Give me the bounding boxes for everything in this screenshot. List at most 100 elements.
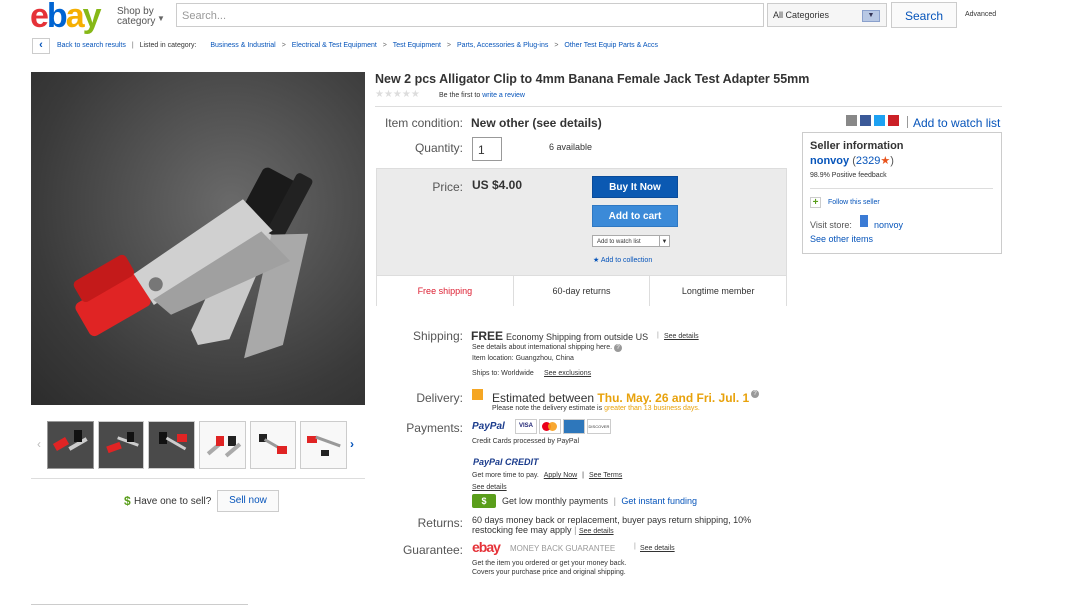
- returns-see-details-link[interactable]: See details: [579, 528, 614, 535]
- back-to-search-link[interactable]: Back to search results: [57, 42, 126, 49]
- write-review-link[interactable]: write a review: [482, 92, 525, 99]
- facebook-icon[interactable]: [860, 115, 871, 126]
- delivery-estimate: Estimated between Thu. May. 26 and Fri. …: [492, 391, 750, 405]
- shop-by-category-button[interactable]: Shop by category ▼: [117, 7, 165, 27]
- thumbnail-image[interactable]: [97, 421, 145, 469]
- thumbnail-image[interactable]: [47, 421, 94, 469]
- thumbnail-image[interactable]: [249, 421, 297, 469]
- seller-name-link[interactable]: nonvoy: [810, 155, 849, 167]
- amex-icon: [563, 419, 585, 434]
- free-shipping-text: FREE: [471, 329, 504, 343]
- add-to-watch-list-select[interactable]: Add to watch list ▼: [592, 235, 670, 247]
- search-input[interactable]: Search...: [176, 3, 764, 27]
- store-name-link[interactable]: nonvoy: [874, 220, 903, 230]
- category-select-value: All Categories: [773, 10, 830, 20]
- help-icon[interactable]: ?: [614, 344, 623, 352]
- quantity-input[interactable]: 1: [472, 137, 502, 161]
- see-terms-link[interactable]: See Terms: [589, 472, 622, 479]
- email-icon[interactable]: [846, 115, 857, 126]
- add-to-watch-list-link[interactable]: Add to watch list: [913, 116, 1000, 130]
- share-icons: [846, 115, 899, 126]
- follow-seller-link[interactable]: Follow this seller: [828, 199, 880, 206]
- advanced-search-link[interactable]: Advanced: [965, 11, 996, 18]
- sell-now-button[interactable]: Sell now: [217, 490, 279, 512]
- ships-to: Ships to: Worldwide: [472, 370, 534, 377]
- discover-icon: DISCOVER: [587, 419, 611, 434]
- visa-icon: VISA: [515, 419, 537, 434]
- ebay-logo[interactable]: ebay: [30, 0, 110, 33]
- alligator-clips-illustration: [73, 167, 313, 359]
- see-other-items-link[interactable]: See other items: [810, 234, 873, 244]
- breadcrumb-item[interactable]: Parts, Accessories & Plug-ins: [457, 42, 548, 49]
- rating-stars-icon: ★★★★★: [375, 89, 420, 100]
- seller-info-panel: Seller information nonvoy (2329★) 98.9% …: [802, 132, 1002, 254]
- pinterest-icon[interactable]: [888, 115, 899, 126]
- breadcrumb-item[interactable]: Business & Industrial: [210, 42, 275, 49]
- more-time-row: Get more time to pay. Apply Now | See Te…: [472, 472, 623, 479]
- divider: [810, 188, 993, 189]
- breadcrumb-item[interactable]: Other Test Equip Parts & Accs: [564, 42, 658, 49]
- divider: [31, 604, 248, 605]
- dollar-icon: $: [124, 494, 131, 508]
- visit-store-label: Visit store:: [810, 220, 852, 230]
- ebay-guarantee-logo: ebay: [472, 539, 501, 555]
- chevron-down-icon: ▼: [157, 14, 165, 23]
- store-icon: [860, 215, 868, 227]
- thumbnail-image[interactable]: [300, 421, 348, 469]
- divider: |: [657, 332, 659, 339]
- instant-funding-link[interactable]: Get instant funding: [621, 496, 697, 506]
- delivery-note: Please note the delivery estimate is gre…: [492, 405, 700, 412]
- shipping-see-details-link[interactable]: See details: [664, 333, 699, 340]
- money-back-guarantee-badge: MONEY BACK GUARANTEE: [510, 544, 616, 553]
- product-title: New 2 pcs Alligator Clip to 4mm Banana F…: [375, 72, 810, 86]
- thumbnail-strip: [47, 421, 348, 469]
- monthly-payments-row: Get low monthly payments | Get instant f…: [502, 496, 697, 506]
- see-exclusions-link[interactable]: See exclusions: [544, 370, 591, 377]
- free-shipping-badge: Free shipping: [377, 276, 514, 306]
- longtime-member-badge: Longtime member: [681, 286, 755, 296]
- category-select[interactable]: All Categories ▼: [767, 3, 887, 27]
- guarantee-see-details-link[interactable]: See details: [640, 545, 675, 552]
- plus-icon[interactable]: +: [810, 197, 821, 208]
- paypal-credit-logo: PayPal CREDIT: [473, 457, 539, 467]
- price-label: Price:: [432, 180, 463, 194]
- divider: [375, 106, 1002, 107]
- feedback-score-link[interactable]: 2329: [856, 155, 880, 167]
- back-arrow-icon[interactable]: ‹: [32, 38, 50, 54]
- returns-text: 60 days money back or replacement, buyer…: [472, 515, 752, 535]
- buy-it-now-button[interactable]: Buy It Now: [592, 176, 678, 198]
- condition-value[interactable]: New other (see details): [471, 116, 602, 130]
- payments-label: Payments:: [406, 421, 463, 435]
- twitter-icon[interactable]: [874, 115, 885, 126]
- star-icon: ★: [880, 155, 891, 167]
- listed-in-label: Listed in category:: [139, 42, 197, 49]
- seller-info-heading: Seller information: [810, 140, 904, 152]
- price-value: US $4.00: [472, 178, 523, 192]
- quantity-label: Quantity:: [414, 141, 463, 155]
- guarantee-line2: Covers your purchase price and original …: [472, 569, 626, 576]
- thumbnail-image[interactable]: [148, 421, 196, 469]
- money-icon: $: [472, 494, 496, 508]
- add-to-cart-button[interactable]: Add to cart: [592, 205, 678, 227]
- help-icon[interactable]: ?: [751, 390, 759, 398]
- star-icon: ★: [593, 257, 600, 264]
- thumbnail-image[interactable]: [199, 421, 246, 469]
- condition-label: Item condition:: [384, 116, 463, 130]
- payments-see-details-link[interactable]: See details: [472, 484, 507, 491]
- product-main-image[interactable]: [31, 72, 365, 405]
- breadcrumb-item[interactable]: Electrical & Test Equipment: [292, 42, 377, 49]
- chevron-down-icon: ▼: [862, 10, 880, 22]
- breadcrumb-item[interactable]: Test Equipment: [393, 42, 441, 49]
- search-button[interactable]: Search: [891, 2, 957, 28]
- intl-shipping-note: See details about international shipping…: [472, 344, 623, 352]
- mastercard-icon: [539, 419, 561, 434]
- add-to-collection-link[interactable]: ★ Add to collection: [593, 256, 652, 264]
- thumbnail-next-arrow-icon[interactable]: ›: [350, 437, 354, 451]
- returns-label: Returns:: [417, 516, 463, 530]
- credit-cards-note: Credit Cards processed by PayPal: [472, 438, 579, 445]
- breadcrumb: Back to search results | Listed in categ…: [57, 42, 659, 49]
- thumbnail-prev-arrow-icon[interactable]: ‹: [37, 437, 41, 451]
- apply-now-link[interactable]: Apply Now: [544, 472, 577, 479]
- price-box-features: Free shipping 60-day returns Longtime me…: [377, 275, 786, 306]
- shipping-label: Shipping:: [412, 329, 463, 343]
